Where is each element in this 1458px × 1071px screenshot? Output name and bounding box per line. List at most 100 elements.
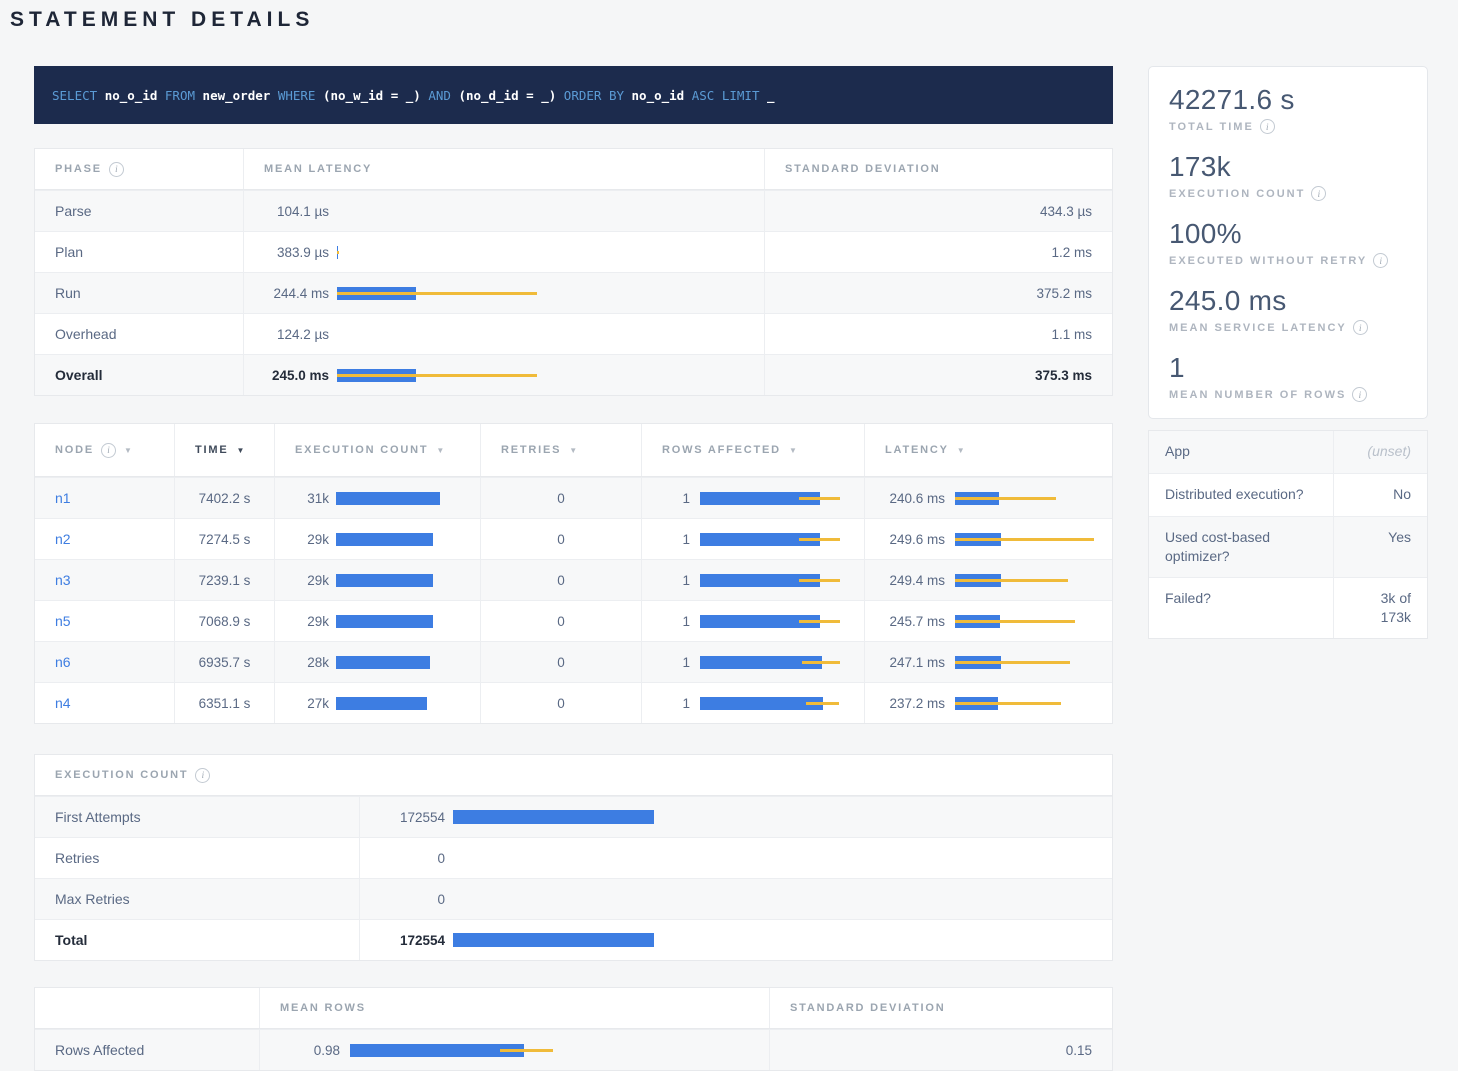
mean-latency-cell: 104.1 µs: [243, 191, 764, 231]
info-icon[interactable]: i: [101, 443, 116, 458]
mean-rows-cell: 0.98: [259, 1030, 769, 1070]
stat-label: EXECUTION COUNTi: [1169, 186, 1407, 201]
node-link[interactable]: n1: [55, 490, 71, 506]
exec-count-cell: 172554: [359, 797, 1112, 837]
retries-value: 0: [480, 642, 641, 682]
info-icon[interactable]: i: [109, 162, 124, 177]
distributed-execution-value: No: [1333, 474, 1427, 516]
mean-latency-cell: 244.4 ms: [243, 273, 764, 313]
node-link[interactable]: n6: [55, 654, 71, 670]
phase-row-plan: Plan 383.9 µs 1.2 ms: [35, 231, 1112, 272]
execution-count-value: 29k: [275, 573, 329, 588]
retries-value: 0: [480, 601, 641, 641]
mean-latency-cell: 124.2 µs: [243, 314, 764, 354]
latency-bar: [955, 697, 1095, 710]
sort-arrow-icon: ▼: [789, 446, 797, 455]
latency-value: 240.6 ms: [865, 491, 945, 506]
sql-keyword: FROM: [165, 88, 203, 103]
phase-column-header: PHASEi: [35, 149, 243, 189]
mean-latency-value: 245.0 ms: [244, 368, 329, 383]
phase-table-header: PHASEi MEAN LATENCY STANDARD DEVIATION: [35, 149, 1112, 190]
sql-identifier: no_o_id: [105, 88, 165, 103]
rows-affected-cell: 1: [641, 560, 864, 600]
node-table-header: NODEi▼ TIME▼ EXECUTION COUNT▼ RETRIES▼ R…: [35, 424, 1112, 477]
main-content: SELECT no_o_id FROM new_order WHERE (no_…: [34, 66, 1113, 1071]
latency-bar: [955, 492, 1095, 505]
std-dev-value: 375.3 ms: [764, 355, 1112, 395]
rows-affected-cell: 1: [641, 601, 864, 641]
retries-value: 0: [480, 560, 641, 600]
sql-identifier: (no_d_id = _): [458, 88, 563, 103]
node-row-n3: n3 7239.1 s 29k 0 1 249.4 ms: [35, 559, 1112, 600]
stat-label: MEAN SERVICE LATENCYi: [1169, 320, 1407, 335]
exec-row-label: Retries: [35, 838, 359, 878]
stat-label-text: MEAN NUMBER OF ROWS: [1169, 389, 1346, 401]
sql-keyword: ORDER BY: [564, 88, 632, 103]
execution-count-cell: 29k: [274, 560, 480, 600]
latency-cell: 240.6 ms: [864, 478, 1112, 518]
info-icon[interactable]: i: [1373, 253, 1388, 268]
latency-column-header[interactable]: LATENCY▼: [864, 424, 1112, 476]
stat-label: MEAN NUMBER OF ROWS i: [1169, 387, 1407, 402]
execution-count-column-header[interactable]: EXECUTION COUNT▼: [274, 424, 480, 476]
node-link[interactable]: n4: [55, 695, 71, 711]
blank-column-header: [35, 988, 259, 1028]
std-dev-value: 434.3 µs: [764, 191, 1112, 231]
stat-value: 245.0 ms: [1169, 284, 1407, 317]
summary-side-panel: 42271.6 s TOTAL TIMEi 173k EXECUTION COU…: [1148, 66, 1428, 639]
node-row-n1: n1 7402.2 s 31k 0 1 240.6 ms: [35, 477, 1112, 518]
stat-label-text: EXECUTED WITHOUT RETRY: [1169, 255, 1367, 267]
mean-latency-cell: 383.9 µs: [243, 232, 764, 272]
std-dev-column-header: STANDARD DEVIATION: [769, 988, 1112, 1028]
execution-count-bar: [336, 656, 440, 669]
exec-count-value: 172554: [360, 933, 445, 948]
execution-count-value: 31k: [275, 491, 329, 506]
node-link[interactable]: n3: [55, 572, 71, 588]
rows-affected-column-header[interactable]: ROWS AFFECTED▼: [641, 424, 864, 476]
app-label: App: [1149, 431, 1333, 473]
exec-count-bar: [453, 933, 658, 947]
node-row-n6: n6 6935.7 s 28k 0 1 247.1 ms: [35, 641, 1112, 682]
info-icon[interactable]: i: [1311, 186, 1326, 201]
phase-label: Parse: [35, 191, 243, 231]
info-icon[interactable]: i: [1260, 119, 1275, 134]
latency-bar: [337, 369, 537, 382]
info-icon[interactable]: i: [1353, 320, 1368, 335]
stat-executed-without-retry: 100% EXECUTED WITHOUT RETRYi: [1169, 217, 1407, 268]
exec-row-max-retries: Max Retries 0: [35, 878, 1112, 919]
latency-bar: [955, 615, 1095, 628]
rows-affected-cell: 1: [641, 519, 864, 559]
node-row-n2: n2 7274.5 s 29k 0 1 249.6 ms: [35, 518, 1112, 559]
rows-affected-value: 1: [642, 532, 690, 547]
distributed-execution-label: Distributed execution?: [1149, 474, 1333, 516]
info-icon[interactable]: i: [195, 768, 210, 783]
sql-identifier: _: [767, 88, 775, 103]
failed-value: 3k of 173k: [1333, 578, 1427, 638]
page-title: STATEMENT DETAILS: [10, 8, 314, 32]
node-link[interactable]: n2: [55, 531, 71, 547]
time-value: 7402.2 s: [174, 478, 274, 518]
mean-rows-value: 0.98: [260, 1043, 340, 1058]
retries-value: 0: [480, 478, 641, 518]
stat-label-text: TOTAL TIME: [1169, 121, 1254, 133]
execution-count-value: 29k: [275, 614, 329, 629]
sort-arrow-icon: ▼: [124, 446, 132, 455]
node-link[interactable]: n5: [55, 613, 71, 629]
exec-row-first-attempts: First Attempts 172554: [35, 796, 1112, 837]
node-column-header[interactable]: NODEi▼: [35, 424, 174, 476]
retries-column-header[interactable]: RETRIES▼: [480, 424, 641, 476]
rows-affected-bar: [700, 574, 840, 587]
latency-header-label: LATENCY: [885, 444, 949, 456]
latency-bar: [337, 287, 537, 300]
execution-count-header-label: EXECUTION COUNT: [295, 444, 428, 456]
exec-count-cell: 172554: [359, 920, 1112, 960]
execution-count-cell: 29k: [274, 519, 480, 559]
rows-affected-table-header: MEAN ROWS STANDARD DEVIATION: [35, 988, 1112, 1029]
std-dev-column-header: STANDARD DEVIATION: [764, 149, 1112, 189]
time-column-header[interactable]: TIME▼: [174, 424, 274, 476]
rows-affected-table: MEAN ROWS STANDARD DEVIATION Rows Affect…: [34, 987, 1113, 1071]
stat-mean-number-of-rows: 1 MEAN NUMBER OF ROWSi: [1169, 351, 1407, 402]
stat-total-time: 42271.6 s TOTAL TIMEi: [1169, 83, 1407, 134]
info-icon[interactable]: i: [1352, 387, 1367, 402]
rows-affected-cell: 1: [641, 642, 864, 682]
